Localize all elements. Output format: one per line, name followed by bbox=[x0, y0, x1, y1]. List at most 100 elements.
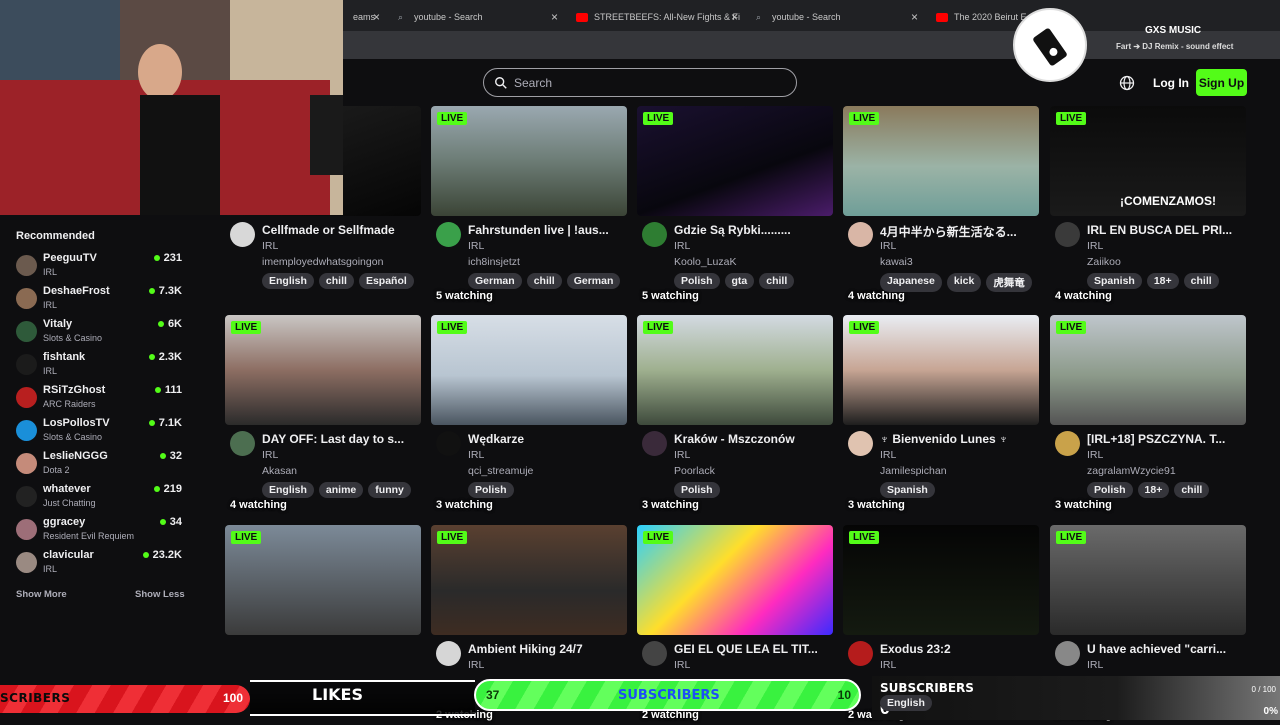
browser-tab[interactable]: ⌕ youtube - Search × bbox=[746, 4, 926, 30]
avatar[interactable] bbox=[848, 431, 873, 456]
avatar[interactable] bbox=[1055, 641, 1080, 666]
tag-chip[interactable]: Polish bbox=[468, 482, 514, 498]
stream-card[interactable]: LIVE 5 watching Fahrstunden live | !aus...… bbox=[431, 106, 627, 306]
stream-card[interactable]: LIVE 3 watching Wędkarze IRL qci_streamuje Po… bbox=[431, 315, 627, 515]
stream-card[interactable]: LIVE 3 watching [IRL+18] PSZCZYNA. T... IRL… bbox=[1050, 315, 1246, 515]
sidebar-channel[interactable]: LosPollosTV Slots & Casino 7.1K bbox=[16, 417, 186, 447]
stream-title[interactable]: ♆ Bienvenido Lunes ♆ bbox=[880, 432, 1039, 446]
stream-username[interactable]: Akasan bbox=[262, 465, 297, 477]
stream-title[interactable]: [IRL+18] PSZCZYNA. T... bbox=[1087, 432, 1246, 446]
stream-card[interactable]: LIVE 4 watching ¡COMENZAMOS! IRL EN BUSCA D… bbox=[1050, 106, 1246, 306]
tag-chip[interactable]: chill bbox=[1183, 273, 1219, 289]
tag-chip[interactable]: 18+ bbox=[1137, 482, 1170, 498]
stream-username[interactable]: Koolo_LuzaK bbox=[674, 256, 736, 268]
stream-title[interactable]: Ambient Hiking 24/7 bbox=[468, 642, 627, 656]
avatar[interactable] bbox=[848, 222, 873, 247]
sidebar-channel[interactable]: clavicular IRL 23.2K bbox=[16, 549, 186, 579]
avatar[interactable] bbox=[436, 431, 461, 456]
tag-chip[interactable]: Polish bbox=[1087, 482, 1133, 498]
stream-category[interactable]: IRL bbox=[1087, 659, 1103, 671]
stream-username[interactable]: imemployedwhatsgoingon bbox=[262, 256, 383, 268]
tag-chip[interactable]: Polish bbox=[674, 273, 720, 289]
stream-category[interactable]: IRL bbox=[674, 240, 690, 252]
sidebar-channel[interactable]: Vitaly Slots & Casino 6K bbox=[16, 318, 186, 348]
stream-title[interactable]: IRL EN BUSCA DEL PRI... bbox=[1087, 223, 1246, 237]
tag-chip[interactable]: English bbox=[880, 695, 932, 711]
close-icon[interactable]: × bbox=[911, 10, 918, 24]
stream-username[interactable]: qci_streamuje bbox=[468, 465, 533, 477]
tag-chip[interactable]: Spanish bbox=[880, 482, 935, 498]
stream-card[interactable]: LIVE 5 watching Gdzie Są Rybki......... IRL… bbox=[637, 106, 833, 306]
stream-card[interactable]: LIVE 3 watching ♆ Bienvenido Lunes ♆ IRL Jam… bbox=[843, 315, 1039, 515]
avatar[interactable] bbox=[436, 222, 461, 247]
tag-chip[interactable]: Español bbox=[358, 273, 414, 289]
stream-title[interactable]: Cellfmade or Sellfmade bbox=[262, 223, 421, 237]
tag-chip[interactable]: Japanese bbox=[880, 273, 942, 292]
stream-card[interactable]: LIVE 4 watching DAY OFF: Last day to s... I… bbox=[225, 315, 421, 515]
stream-username[interactable]: zagralamWzycie91 bbox=[1087, 465, 1176, 477]
close-icon[interactable]: × bbox=[551, 10, 558, 24]
tag-chip[interactable]: Spanish bbox=[1087, 273, 1142, 289]
tag-chip[interactable]: Polish bbox=[674, 482, 720, 498]
browser-tab[interactable]: eams × bbox=[343, 4, 388, 30]
stream-category[interactable]: IRL bbox=[1087, 240, 1103, 252]
browser-tab[interactable]: STREETBEEFS: All-New Fights & Fi × bbox=[566, 4, 746, 30]
stream-title[interactable]: Kraków - Mszczonów bbox=[674, 432, 833, 446]
stream-category[interactable]: IRL bbox=[880, 659, 896, 671]
stream-category[interactable]: IRL bbox=[880, 240, 896, 252]
stream-title[interactable]: DAY OFF: Last day to s... bbox=[262, 432, 421, 446]
search-box[interactable] bbox=[483, 68, 797, 97]
sidebar-channel[interactable]: LeslieNGGG Dota 2 32 bbox=[16, 450, 186, 480]
stream-username[interactable]: Jamilespichan bbox=[880, 465, 947, 477]
tag-chip[interactable]: chill bbox=[1174, 482, 1210, 498]
stream-title[interactable]: 4月中半から新生活なる... bbox=[880, 223, 1039, 240]
tag-chip[interactable]: anime bbox=[318, 482, 364, 498]
avatar[interactable] bbox=[230, 431, 255, 456]
avatar[interactable] bbox=[230, 222, 255, 247]
stream-card[interactable]: LIVE 3 watching Kraków - Mszczonów IRL Poorl… bbox=[637, 315, 833, 515]
stream-title[interactable]: GEI EL QUE LEA EL TIT... bbox=[674, 642, 833, 656]
avatar[interactable] bbox=[1055, 222, 1080, 247]
tag-chip[interactable]: gta bbox=[724, 273, 755, 289]
stream-title[interactable]: Gdzie Są Rybki......... bbox=[674, 223, 833, 237]
stream-category[interactable]: IRL bbox=[468, 659, 484, 671]
tag-chip[interactable]: 虎舞竜 bbox=[986, 273, 1032, 292]
tag-chip[interactable]: English bbox=[262, 273, 314, 289]
stream-category[interactable]: IRL bbox=[468, 240, 484, 252]
avatar[interactable] bbox=[642, 222, 667, 247]
sidebar-channel[interactable]: fishtank IRL 2.3K bbox=[16, 351, 186, 381]
avatar[interactable] bbox=[642, 431, 667, 456]
avatar[interactable] bbox=[848, 641, 873, 666]
stream-title[interactable]: U have achieved "carri... bbox=[1087, 642, 1246, 656]
search-input[interactable] bbox=[514, 75, 774, 90]
avatar[interactable] bbox=[1055, 431, 1080, 456]
stream-title[interactable]: Exodus 23:2 bbox=[880, 642, 1039, 656]
show-more-button[interactable]: Show More bbox=[16, 589, 67, 600]
sidebar-channel[interactable]: DeshaeFrost IRL 7.3K bbox=[16, 285, 186, 315]
stream-card[interactable]: LIVE 4 watching 4月中半から新生活なる... IRL kawai3 Jap… bbox=[843, 106, 1039, 306]
stream-category[interactable]: IRL bbox=[674, 659, 690, 671]
stream-category[interactable]: IRL bbox=[880, 449, 896, 461]
stream-title[interactable]: Fahrstunden live | !aus... bbox=[468, 223, 627, 237]
stream-category[interactable]: IRL bbox=[674, 449, 690, 461]
stream-category[interactable]: IRL bbox=[468, 449, 484, 461]
sidebar-channel[interactable]: whatever Just Chatting 219 bbox=[16, 483, 186, 513]
tag-chip[interactable]: English bbox=[262, 482, 314, 498]
stream-category[interactable]: IRL bbox=[1087, 449, 1103, 461]
tag-chip[interactable]: German bbox=[566, 273, 621, 289]
close-icon[interactable]: × bbox=[731, 10, 738, 24]
show-less-button[interactable]: Show Less bbox=[135, 589, 185, 600]
stream-category[interactable]: IRL bbox=[262, 449, 278, 461]
avatar[interactable] bbox=[436, 641, 461, 666]
browser-tab[interactable]: ⌕ youtube - Search × bbox=[388, 4, 566, 30]
tag-chip[interactable]: 18+ bbox=[1146, 273, 1179, 289]
tag-chip[interactable]: funny bbox=[368, 482, 411, 498]
stream-username[interactable]: Poorlack bbox=[674, 465, 715, 477]
tag-chip[interactable]: kick bbox=[946, 273, 982, 292]
tag-chip[interactable]: chill bbox=[526, 273, 562, 289]
sidebar-channel[interactable]: RSiTzGhost ARC Raiders 111 bbox=[16, 384, 186, 414]
stream-username[interactable]: kawai3 bbox=[880, 256, 913, 268]
tag-chip[interactable]: chill bbox=[318, 273, 354, 289]
sidebar-channel[interactable]: PeeguuTV IRL 231 bbox=[16, 252, 186, 282]
close-icon[interactable]: × bbox=[373, 10, 380, 24]
